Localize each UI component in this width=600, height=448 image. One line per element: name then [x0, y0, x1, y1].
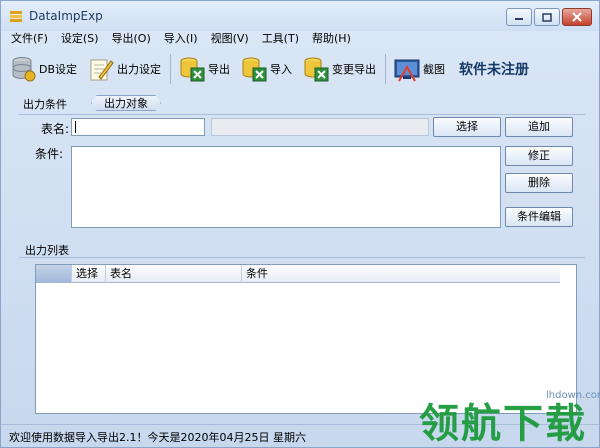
- change-export-label: 变更导出: [332, 63, 377, 76]
- delete-button[interactable]: 删除: [505, 173, 573, 193]
- import-excel-icon: [242, 57, 267, 82]
- app-window: DataImpExp 文件(F) 设定(S) 导出(O) 导入(I) 视图(V)…: [0, 0, 600, 448]
- export-button[interactable]: 导出: [174, 51, 234, 87]
- title-bar[interactable]: DataImpExp: [1, 1, 599, 31]
- watermark-url: lhdown.com: [546, 390, 600, 401]
- minimize-button[interactable]: [506, 8, 532, 26]
- output-settings-button[interactable]: 出力设定: [83, 51, 165, 87]
- column-header-select[interactable]: 选择: [72, 265, 106, 283]
- panel-title: 出力条件: [23, 98, 67, 111]
- output-list-title: 出力列表: [25, 244, 69, 257]
- list-divider: [19, 257, 585, 258]
- app-icon: [10, 11, 22, 22]
- menu-file[interactable]: 文件(F): [11, 31, 48, 49]
- grid-header: 选择 表名 条件: [36, 265, 560, 283]
- export-label: 导出: [208, 63, 231, 76]
- table-description-field: [211, 118, 429, 136]
- grid-corner-cell[interactable]: [36, 265, 72, 283]
- export-excel-icon: [180, 57, 205, 82]
- output-settings-label: 出力设定: [117, 63, 162, 76]
- menu-settings[interactable]: 设定(S): [61, 31, 99, 49]
- unregistered-label: 软件未注册: [459, 62, 530, 78]
- add-button[interactable]: 追加: [505, 117, 573, 137]
- close-button[interactable]: [562, 8, 592, 26]
- import-label: 导入: [270, 63, 293, 76]
- menu-export[interactable]: 导出(O): [112, 31, 151, 49]
- window-title: DataImpExp: [29, 9, 103, 23]
- status-text: 欢迎使用数据导入导出2.1！今天是2020年04月25日 星期六: [9, 431, 306, 444]
- db-settings-button[interactable]: DB设定: [5, 51, 81, 87]
- change-export-icon: [304, 57, 329, 82]
- maximize-button[interactable]: [534, 8, 560, 26]
- screenshot-label: 截图: [423, 63, 446, 76]
- table-name-input[interactable]: [71, 118, 205, 136]
- edit-condition-button[interactable]: 条件编辑: [505, 207, 573, 227]
- menu-bar: 文件(F) 设定(S) 导出(O) 导入(I) 视图(V) 工具(T) 帮助(H…: [1, 31, 599, 49]
- menu-help[interactable]: 帮助(H): [312, 31, 351, 49]
- menu-tools[interactable]: 工具(T): [262, 31, 299, 49]
- column-header-table-name[interactable]: 表名: [106, 265, 242, 283]
- output-condition-panel: 出力条件 出力对象 表名: 选择 条件: 追加 修正 删除 条件编辑: [19, 93, 585, 237]
- edit-document-icon: [90, 59, 114, 81]
- toolbar: DB设定 出力设定 导出 导入 变更导出 截图 软件未注册: [5, 50, 595, 88]
- screenshot-button[interactable]: 截图: [389, 51, 449, 87]
- column-header-condition[interactable]: 条件: [242, 265, 560, 283]
- menu-import[interactable]: 导入(I): [164, 31, 198, 49]
- menu-view[interactable]: 视图(V): [211, 31, 249, 49]
- import-button[interactable]: 导入: [236, 51, 296, 87]
- toolbar-separator: [170, 54, 172, 84]
- tab-output-object[interactable]: 出力对象: [91, 95, 161, 111]
- modify-button[interactable]: 修正: [505, 146, 573, 166]
- toolbar-separator: [385, 54, 387, 84]
- table-name-label: 表名:: [41, 122, 70, 136]
- condition-label: 条件:: [35, 147, 64, 161]
- select-button[interactable]: 选择: [433, 117, 501, 137]
- screenshot-icon: [394, 59, 420, 82]
- close-icon: [572, 12, 582, 22]
- maximize-icon: [542, 12, 552, 22]
- change-export-button[interactable]: 变更导出: [298, 51, 380, 87]
- text-caret: [75, 121, 76, 133]
- condition-textarea[interactable]: [71, 146, 501, 228]
- minimize-icon: [515, 18, 523, 20]
- db-settings-label: DB设定: [39, 63, 78, 76]
- database-icon: [12, 57, 36, 82]
- panel-divider: [19, 114, 585, 115]
